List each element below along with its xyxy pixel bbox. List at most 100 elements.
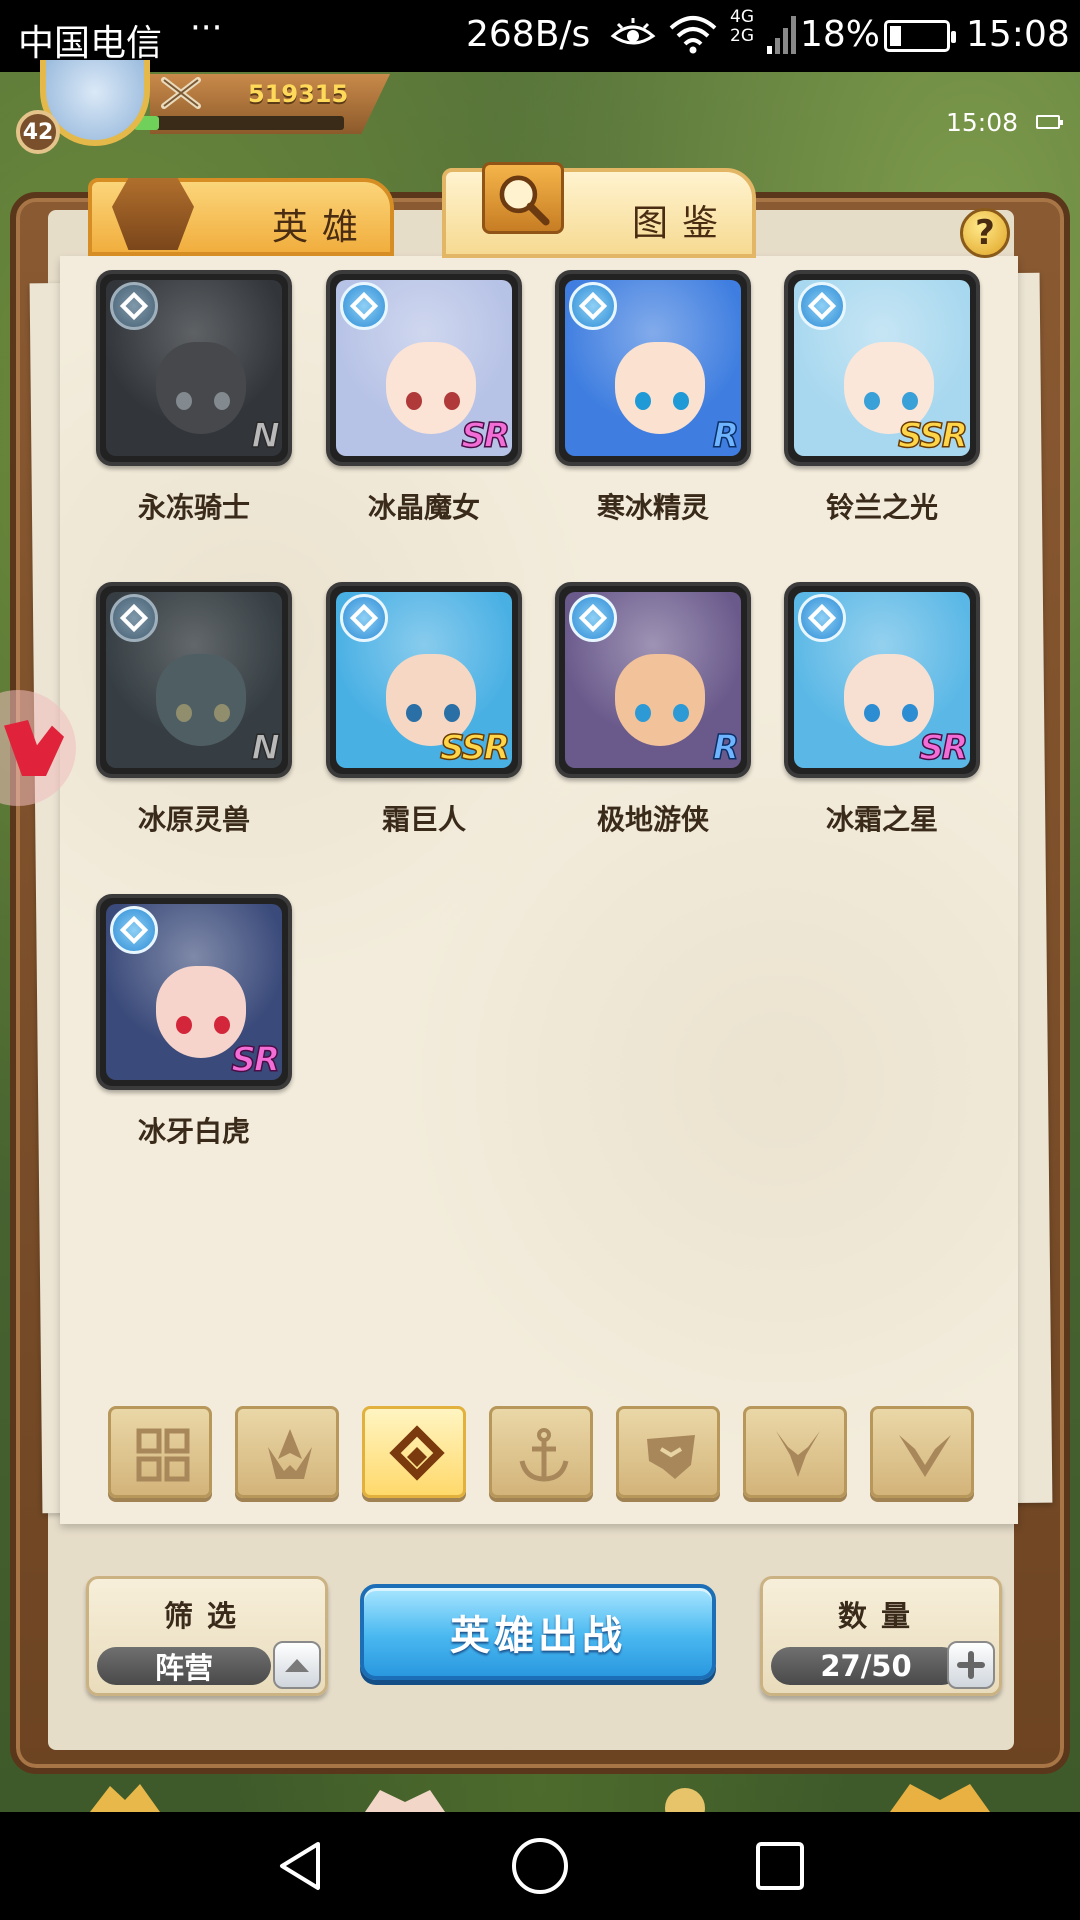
hero-count: 27/50	[771, 1647, 961, 1685]
hero-portrait: SR	[784, 582, 980, 778]
more-notifications-icon: ···	[190, 8, 223, 48]
hero-card[interactable]: R 极地游侠	[555, 582, 751, 838]
hero-portrait: R	[555, 582, 751, 778]
hero-eye	[902, 704, 918, 722]
hero-eye	[176, 704, 192, 722]
anchor-icon	[519, 1428, 569, 1482]
rarity-badge: SR	[231, 1039, 281, 1081]
player-level-badge: 42	[16, 110, 60, 154]
magnifier-icon	[482, 162, 564, 234]
bottom-menu-icon-4	[890, 1784, 990, 1812]
ice-faction-icon	[569, 282, 617, 330]
wifi-icon	[669, 16, 717, 54]
help-button[interactable]: ?	[960, 208, 1010, 258]
hero-name: 冰霜之星	[825, 803, 938, 836]
hero-card[interactable]: SR 冰霜之星	[784, 582, 980, 838]
tab-codex[interactable]: 图鉴	[442, 162, 756, 258]
hero-card[interactable]: R 寒冰精灵	[555, 270, 751, 526]
demon-horns-icon	[776, 1431, 820, 1477]
status-bar: 中国电信 ··· 268B/s 4G 2G 18% 15:08	[0, 0, 1080, 72]
ice-faction-icon	[110, 282, 158, 330]
hero-portrait: SR	[326, 270, 522, 466]
rarity-badge: SR	[461, 415, 511, 457]
assist-icon	[4, 720, 64, 776]
deploy-heroes-button[interactable]: 英雄出战	[360, 1584, 716, 1680]
recents-icon[interactable]	[750, 1836, 810, 1896]
tab-heroes[interactable]: 英雄	[88, 178, 394, 256]
faction-filter-flame[interactable]	[235, 1406, 339, 1498]
hero-eye	[406, 392, 422, 410]
faction-filter-beast[interactable]	[616, 1406, 720, 1498]
filter-toggle-button[interactable]	[273, 1641, 321, 1689]
filter-caption: 筛选	[163, 1599, 250, 1633]
hero-portrait: N	[96, 582, 292, 778]
network-type-top: 4G	[730, 7, 754, 27]
filter-panel: 筛选 阵营	[86, 1576, 328, 1696]
hero-face	[156, 654, 246, 746]
carrier-name: 中国电信	[18, 23, 163, 64]
grid-icon	[136, 1428, 190, 1482]
faction-filter-ice[interactable]	[362, 1406, 466, 1498]
hero-eye	[176, 392, 192, 410]
ice-faction-icon	[110, 594, 158, 642]
faction-filter-ocean[interactable]	[489, 1406, 593, 1498]
tab-codex-label: 图鉴	[632, 203, 733, 244]
hero-name: 冰牙白虎	[137, 1115, 250, 1148]
hero-eye	[864, 392, 880, 410]
battery-icon	[884, 20, 956, 52]
hero-eye	[635, 392, 651, 410]
rarity-badge: R	[712, 415, 740, 457]
hero-card[interactable]: SSR 铃兰之光	[784, 270, 980, 526]
combat-power: 519315	[248, 80, 349, 108]
hero-name: 霜巨人	[381, 803, 466, 836]
hero-name: 冰原灵兽	[137, 803, 250, 836]
plus-icon	[957, 1651, 985, 1679]
hero-eye	[444, 392, 460, 410]
hero-eye	[864, 704, 880, 722]
hero-face	[615, 654, 705, 746]
filter-select[interactable]: 阵营	[97, 1647, 271, 1685]
back-icon[interactable]	[270, 1836, 330, 1896]
rarity-badge: N	[251, 727, 281, 769]
home-icon[interactable]	[510, 1836, 570, 1896]
experience-bar	[134, 116, 344, 130]
beast-head-icon	[647, 1435, 695, 1479]
hero-card[interactable]: SR 冰牙白虎	[96, 894, 292, 1150]
chevron-up-icon	[285, 1659, 309, 1672]
hero-portrait: N	[96, 270, 292, 466]
hero-name: 极地游侠	[596, 803, 709, 836]
signal-icon	[767, 16, 796, 54]
hero-eye	[902, 392, 918, 410]
count-caption: 数量	[837, 1599, 924, 1633]
ice-faction-icon	[798, 282, 846, 330]
hero-name: 铃兰之光	[825, 491, 938, 524]
faction-filter-dark[interactable]	[743, 1406, 847, 1498]
rarity-badge: SR	[919, 727, 969, 769]
android-nav-bar	[0, 1812, 1080, 1920]
helmet-icon	[112, 178, 194, 250]
game-battery-icon	[1036, 115, 1063, 129]
hero-card[interactable]: N 永冻骑士	[96, 270, 292, 526]
ice-faction-icon	[340, 594, 388, 642]
hero-portrait: R	[555, 270, 751, 466]
eye-comfort-icon	[610, 18, 656, 45]
hero-portrait: SSR	[784, 270, 980, 466]
expand-capacity-button[interactable]	[947, 1641, 995, 1689]
faction-filter-all[interactable]	[108, 1406, 212, 1498]
bottom-menu-icon-3	[665, 1788, 705, 1812]
hero-eye	[214, 392, 230, 410]
hero-card[interactable]: SSR 霜巨人	[326, 582, 522, 838]
hero-face	[615, 342, 705, 434]
bottom-menu-icon-1	[90, 1784, 160, 1812]
faction-filter-light[interactable]	[870, 1406, 974, 1498]
network-speed: 268B/s	[466, 14, 591, 55]
hero-eye	[406, 704, 422, 722]
rarity-badge: N	[251, 415, 281, 457]
hero-eye	[214, 1016, 230, 1034]
hero-card[interactable]: SR 冰晶魔女	[326, 270, 522, 526]
crossed-swords-icon	[161, 77, 201, 109]
hero-eye	[635, 704, 651, 722]
game-clock: 15:08	[946, 108, 1019, 137]
hero-card[interactable]: N 冰原灵兽	[96, 582, 292, 838]
network-type-bottom: 2G	[730, 26, 754, 46]
